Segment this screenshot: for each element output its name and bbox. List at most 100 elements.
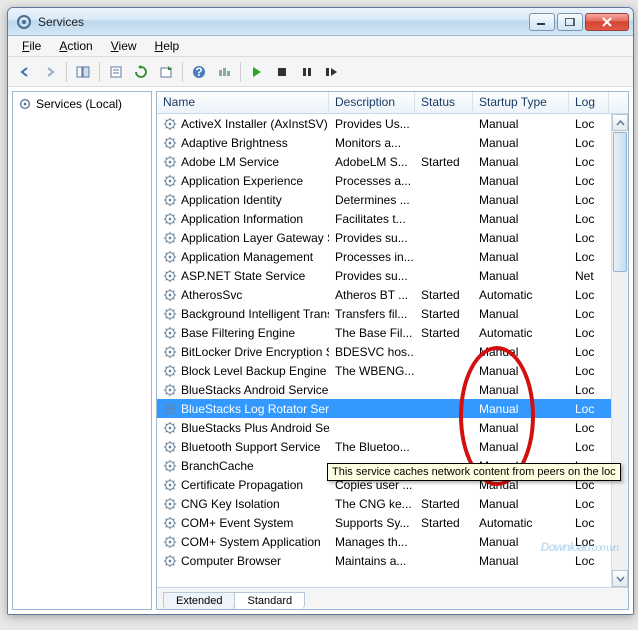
cell-description: Provides Us...: [329, 117, 415, 131]
minimize-button[interactable]: [529, 13, 555, 31]
cell-startup: Manual: [473, 155, 569, 169]
cell-startup: Manual: [473, 383, 569, 397]
cell-name: BranchCache: [157, 459, 329, 473]
table-row[interactable]: COM+ Event SystemSupports Sy...StartedAu…: [157, 513, 628, 532]
stop-service-button[interactable]: [271, 61, 293, 83]
cell-name: AtherosSvc: [157, 288, 329, 302]
restart-service-button[interactable]: [321, 61, 343, 83]
table-row[interactable]: ASP.NET State ServiceProvides su...Manua…: [157, 266, 628, 285]
cell-logon: Loc: [569, 497, 609, 511]
rows-container: ActiveX Installer (AxInstSV)Provides Us.…: [157, 114, 628, 587]
col-header-name[interactable]: Name: [157, 92, 329, 113]
cell-startup: Manual: [473, 440, 569, 454]
cell-startup: Manual: [473, 250, 569, 264]
cell-status: Started: [415, 155, 473, 169]
refresh-button[interactable]: [130, 61, 152, 83]
menu-help[interactable]: Help: [147, 37, 188, 55]
cell-description: Provides su...: [329, 231, 415, 245]
svg-text:?: ?: [195, 65, 202, 79]
service-gear-icon: [163, 440, 177, 454]
cell-description: Facilitates t...: [329, 212, 415, 226]
table-row[interactable]: Adaptive BrightnessMonitors a...ManualLo…: [157, 133, 628, 152]
service-gear-icon: [163, 516, 177, 530]
tooltip: This service caches network content from…: [327, 463, 621, 481]
col-header-status[interactable]: Status: [415, 92, 473, 113]
service-gear-icon: [163, 193, 177, 207]
table-row[interactable]: Application Layer Gateway Ser...Provides…: [157, 228, 628, 247]
table-row[interactable]: Application ManagementProcesses in...Man…: [157, 247, 628, 266]
cell-startup: Manual: [473, 231, 569, 245]
cell-description: The Bluetoo...: [329, 440, 415, 454]
cell-logon: Loc: [569, 554, 609, 568]
services-window: Services File Action View Help ?: [7, 7, 634, 615]
table-row[interactable]: Application ExperienceProcesses a...Manu…: [157, 171, 628, 190]
tree-node-label: Services (Local): [36, 97, 122, 111]
table-row[interactable]: BitLocker Drive Encryption Ser...BDESVC …: [157, 342, 628, 361]
cell-status: Started: [415, 326, 473, 340]
scroll-thumb[interactable]: [613, 132, 627, 272]
cell-description: Monitors a...: [329, 136, 415, 150]
menu-file[interactable]: File: [14, 37, 49, 55]
cell-description: Maintains a...: [329, 554, 415, 568]
maximize-button[interactable]: [557, 13, 583, 31]
back-button[interactable]: [14, 61, 36, 83]
table-row[interactable]: Bluetooth Support ServiceThe Bluetoo...M…: [157, 437, 628, 456]
close-button[interactable]: [585, 13, 629, 31]
view-tabs: Extended Standard: [157, 587, 628, 609]
col-header-startup-type[interactable]: Startup Type: [473, 92, 569, 113]
cell-description: The WBENG...: [329, 364, 415, 378]
service-gear-icon: [163, 269, 177, 283]
cell-startup: Manual: [473, 402, 569, 416]
toolbar-icon[interactable]: [213, 61, 235, 83]
pause-service-button[interactable]: [296, 61, 318, 83]
table-row[interactable]: Base Filtering EngineThe Base Fil...Star…: [157, 323, 628, 342]
start-service-button[interactable]: [246, 61, 268, 83]
tab-standard[interactable]: Standard: [234, 592, 305, 609]
cell-name: CNG Key Isolation: [157, 497, 329, 511]
menu-action[interactable]: Action: [51, 37, 100, 55]
tree-node-services-local[interactable]: Services (Local): [16, 95, 148, 113]
table-row[interactable]: Computer BrowserMaintains a...ManualLoc: [157, 551, 628, 570]
menu-view[interactable]: View: [103, 37, 145, 55]
table-row[interactable]: ActiveX Installer (AxInstSV)Provides Us.…: [157, 114, 628, 133]
table-row[interactable]: Block Level Backup Engine Ser...The WBEN…: [157, 361, 628, 380]
show-hide-tree-button[interactable]: [72, 61, 94, 83]
forward-button[interactable]: [39, 61, 61, 83]
service-gear-icon: [163, 231, 177, 245]
cell-startup: Manual: [473, 269, 569, 283]
table-row[interactable]: Application InformationFacilitates t...M…: [157, 209, 628, 228]
cell-startup: Manual: [473, 535, 569, 549]
table-row[interactable]: BlueStacks Plus Android Servi...ManualLo…: [157, 418, 628, 437]
column-headers: Name Description Status Startup Type Log: [157, 92, 628, 114]
vertical-scrollbar[interactable]: [611, 114, 628, 587]
table-row[interactable]: BlueStacks Log Rotator ServiceManualLoc: [157, 399, 628, 418]
titlebar[interactable]: Services: [8, 8, 633, 36]
table-row[interactable]: BlueStacks Android ServiceManualLoc: [157, 380, 628, 399]
service-gear-icon: [163, 174, 177, 188]
cell-logon: Loc: [569, 174, 609, 188]
cell-name: Background Intelligent Transf...: [157, 307, 329, 321]
export-list-button[interactable]: [155, 61, 177, 83]
window-title: Services: [38, 15, 529, 29]
details-pane: Name Description Status Startup Type Log…: [156, 91, 629, 610]
cell-name: Application Information: [157, 212, 329, 226]
service-gear-icon: [163, 155, 177, 169]
col-header-logon[interactable]: Log: [569, 92, 609, 113]
cell-startup: Manual: [473, 554, 569, 568]
cell-startup: Manual: [473, 497, 569, 511]
service-gear-icon: [163, 250, 177, 264]
properties-button[interactable]: [105, 61, 127, 83]
console-tree[interactable]: Services (Local): [12, 91, 152, 610]
col-header-description[interactable]: Description: [329, 92, 415, 113]
tab-extended[interactable]: Extended: [163, 592, 235, 609]
table-row[interactable]: CNG Key IsolationThe CNG ke...StartedMan…: [157, 494, 628, 513]
table-row[interactable]: Application IdentityDetermines ...Manual…: [157, 190, 628, 209]
table-row[interactable]: COM+ System ApplicationManages th...Manu…: [157, 532, 628, 551]
scroll-up-button[interactable]: [612, 114, 628, 131]
scroll-down-button[interactable]: [612, 570, 628, 587]
table-row[interactable]: Background Intelligent Transf...Transfer…: [157, 304, 628, 323]
table-row[interactable]: AtherosSvcAtheros BT ...StartedAutomatic…: [157, 285, 628, 304]
help-button[interactable]: ?: [188, 61, 210, 83]
body: Services (Local) Name Description Status…: [8, 87, 633, 614]
table-row[interactable]: Adobe LM ServiceAdobeLM S...StartedManua…: [157, 152, 628, 171]
